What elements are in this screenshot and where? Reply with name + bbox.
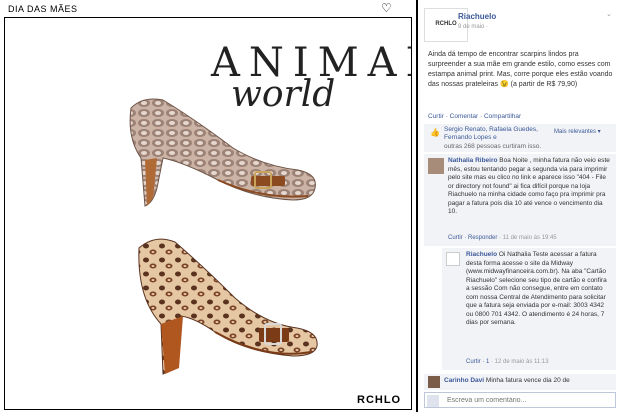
- brand-mark: RCHLO: [357, 394, 402, 406]
- comment-text: Nathalia Ribeiro Boa Noite , minha fatur…: [448, 157, 612, 233]
- comment-date[interactable]: · 12 de maio às 11:13: [491, 359, 549, 365]
- chevron-down-icon[interactable]: ⌄: [606, 10, 612, 18]
- comment-body: Boa Noite , minha fatura não veio este m…: [448, 157, 610, 215]
- thumbs-up-icon: 👍: [430, 128, 440, 137]
- commenter-name[interactable]: Riachuelo: [466, 251, 497, 258]
- commenter-avatar[interactable]: [428, 376, 440, 388]
- comment: Nathalia Ribeiro Boa Noite , minha fatur…: [424, 154, 616, 246]
- comment: Carinho Davi Minha fatura vence dia 20 d…: [424, 374, 616, 390]
- comment-meta: Curtir · Responder · 11 de maio às 19:45: [448, 235, 557, 241]
- comment-text: Riachuelo Oi Nathalia Teste acessar a fa…: [466, 251, 612, 355]
- comment-meta: Curtir · 1 · 12 de maio às 11:13: [466, 359, 549, 365]
- comment-text: Carinho Davi Minha fatura vence dia 20 d…: [444, 377, 612, 386]
- comment-body: Oi Nathalia Teste acessar a fatura desta…: [466, 251, 607, 326]
- sort-comments-dropdown[interactable]: Mais relevantes ▾: [554, 128, 601, 135]
- comment-date[interactable]: · 11 de maio às 19:45: [499, 235, 557, 241]
- like-names[interactable]: Sergio Renato, Rafaela Guedes, Fernando …: [444, 126, 554, 142]
- post-caption: Ainda dá tempo de encontrar scarpins lin…: [428, 51, 613, 88]
- comment-body: Minha fatura vence dia 20 de: [485, 377, 570, 384]
- post-sidebar: RCHLO Riachuelo 9 de maio · ⌄ Ainda dá t…: [418, 0, 620, 412]
- page-name-link[interactable]: Riachuelo: [458, 12, 496, 21]
- comment-actions[interactable]: Curtir · 1: [466, 359, 489, 365]
- ad-photo[interactable]: ANIMAL world: [4, 17, 412, 410]
- comment-input[interactable]: [447, 395, 613, 406]
- heart-icon[interactable]: ♡: [381, 1, 392, 15]
- post-actions[interactable]: Curtir · Comentar · Compartilhar: [428, 113, 521, 120]
- snake-print-pump-illustration: [129, 98, 316, 207]
- likes-summary: 👍 Sergio Renato, Rafaela Guedes, Fernand…: [424, 124, 616, 152]
- post-date[interactable]: 9 de maio ·: [458, 24, 488, 30]
- like-count[interactable]: outras 268 pessoas curtiram isso.: [444, 143, 541, 150]
- photo-pane: DIA DAS MÃES ♡ ANIMAL world: [0, 0, 416, 412]
- comment-actions[interactable]: Curtir · Responder: [448, 235, 497, 241]
- leopard-print-pump-illustration: [138, 238, 318, 375]
- comment-composer: [424, 392, 616, 408]
- commenter-avatar[interactable]: [428, 158, 444, 174]
- album-title[interactable]: DIA DAS MÃES: [8, 4, 78, 14]
- commenter-name[interactable]: Nathalia Ribeiro: [448, 157, 497, 164]
- comment-reply: Riachuelo Oi Nathalia Teste acessar a fa…: [442, 248, 616, 370]
- reply-avatar[interactable]: [446, 252, 460, 266]
- commenter-name[interactable]: Carinho Davi: [444, 377, 484, 384]
- user-avatar: [427, 395, 439, 407]
